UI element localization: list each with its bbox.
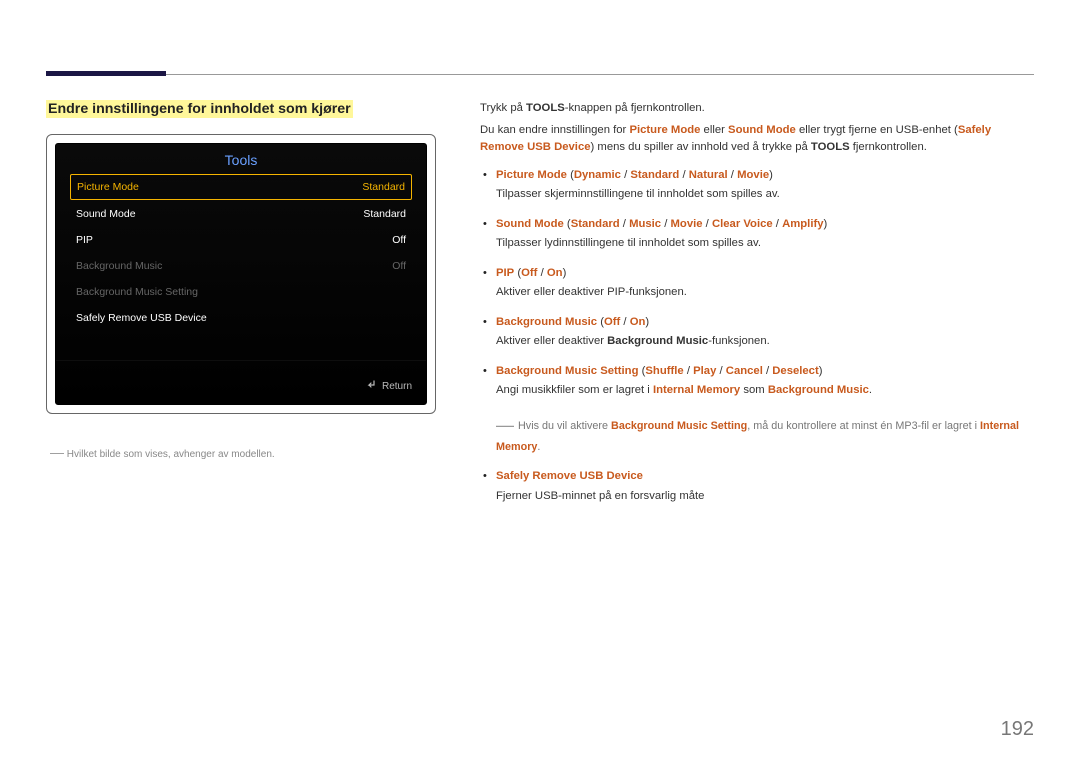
section-heading: Endre innstillingene for innholdet som k… <box>46 100 353 118</box>
menu-value: Standard <box>363 208 406 220</box>
options-list-2: Safely Remove USB Device Fjerner USB-min… <box>480 468 1036 505</box>
screen-footer: Return <box>56 360 426 398</box>
bgm-note: ―Hvis du vil aktivere Background Music S… <box>480 412 1036 457</box>
opt-pip: PIP (Off / On) Aktiver eller deaktiver P… <box>480 265 1036 302</box>
menu-row-bgm: Background Music Off <box>70 254 412 278</box>
menu-value: Standard <box>362 181 405 193</box>
opt-safely-remove: Safely Remove USB Device Fjerner USB-min… <box>480 468 1036 505</box>
footnote-text: Hvilket bilde som vises, avhenger av mod… <box>67 449 275 460</box>
dash-icon: ― <box>50 444 64 460</box>
opt-picture-mode: Picture Mode (Dynamic / Standard / Natur… <box>480 167 1036 204</box>
screen-title: Tools <box>56 144 426 174</box>
dash-icon: ― <box>496 415 514 435</box>
opt-background-music-setting: Background Music Setting (Shuffle / Play… <box>480 363 1036 400</box>
menu-row-safely-remove[interactable]: Safely Remove USB Device <box>70 306 412 330</box>
left-footnote: ― Hvilket bilde som vises, avhenger av m… <box>46 442 446 463</box>
menu-label: PIP <box>76 234 93 246</box>
menu-value: Off <box>392 234 406 246</box>
menu-row-sound-mode[interactable]: Sound Mode Standard <box>70 202 412 226</box>
menu-label: Sound Mode <box>76 208 136 220</box>
return-icon[interactable] <box>366 379 378 394</box>
menu-label: Picture Mode <box>77 181 139 193</box>
menu-label: Background Music Setting <box>76 286 198 298</box>
accent-bar <box>46 71 166 76</box>
return-label[interactable]: Return <box>382 381 412 392</box>
menu-label: Background Music <box>76 260 162 272</box>
device-frame: Tools Picture Mode Standard Sound Mode S… <box>46 134 436 414</box>
divider <box>46 74 1034 75</box>
intro-1: Trykk på TOOLS-knappen på fjernkontrolle… <box>480 100 1036 118</box>
right-column: Trykk på TOOLS-knappen på fjernkontrolle… <box>480 100 1036 517</box>
menu-row-pip[interactable]: PIP Off <box>70 228 412 252</box>
menu-list: Picture Mode Standard Sound Mode Standar… <box>56 174 426 330</box>
menu-label: Safely Remove USB Device <box>76 312 207 324</box>
menu-row-picture-mode[interactable]: Picture Mode Standard <box>70 174 412 200</box>
opt-sound-mode: Sound Mode (Standard / Music / Movie / C… <box>480 216 1036 253</box>
intro-2: Du kan endre innstillingen for Picture M… <box>480 122 1036 157</box>
menu-row-bgm-setting: Background Music Setting <box>70 280 412 304</box>
left-column: Endre innstillingene for innholdet som k… <box>46 100 446 463</box>
opt-background-music: Background Music (Off / On) Aktiver elle… <box>480 314 1036 351</box>
menu-value: Off <box>392 260 406 272</box>
page-number: 192 <box>1001 718 1034 741</box>
screen: Tools Picture Mode Standard Sound Mode S… <box>55 143 427 405</box>
options-list: Picture Mode (Dynamic / Standard / Natur… <box>480 167 1036 400</box>
